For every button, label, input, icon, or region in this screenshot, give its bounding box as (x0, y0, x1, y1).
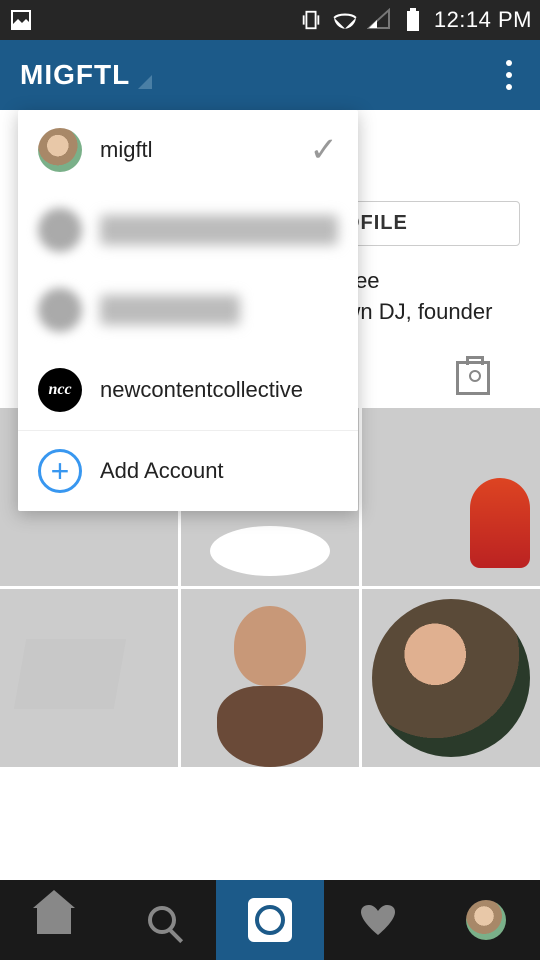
grid-photo[interactable] (0, 589, 178, 767)
home-icon (37, 906, 71, 934)
search-icon (148, 906, 176, 934)
account-name: newcontentcollective (100, 377, 303, 403)
account-option-ncc[interactable]: ncc newcontentcollective (18, 350, 358, 430)
android-status-bar: 12:14 PM (0, 0, 540, 40)
grid-photo[interactable] (362, 589, 540, 767)
nav-search[interactable] (108, 880, 216, 960)
add-account-button[interactable]: + Add Account (18, 431, 358, 511)
nav-profile[interactable] (432, 880, 540, 960)
nav-camera[interactable] (216, 880, 324, 960)
tab-tagged[interactable] (405, 348, 540, 408)
grid-photo[interactable] (181, 589, 359, 767)
tag-person-icon (456, 361, 490, 395)
account-name: migftl (100, 137, 153, 163)
header-username: MIGFTL (20, 59, 130, 91)
signal-icon (366, 7, 392, 33)
grid-photo[interactable] (362, 408, 540, 586)
overflow-menu-button[interactable] (498, 52, 520, 98)
image-icon (8, 7, 34, 33)
dropdown-indicator-icon (138, 75, 152, 89)
account-avatar (38, 128, 82, 172)
check-icon: ✓ (310, 130, 339, 170)
account-option-migftl[interactable]: migftl ✓ (18, 110, 358, 190)
battery-icon (400, 7, 426, 33)
account-switcher-dropdown: migftl ✓ ncc newcontentcollective + Add … (18, 110, 358, 511)
account-option-redacted[interactable] (18, 190, 358, 270)
add-account-label: Add Account (100, 458, 224, 484)
account-name-redacted (100, 215, 338, 245)
app-header: MIGFTL (0, 40, 540, 110)
status-clock: 12:14 PM (434, 7, 532, 33)
heart-icon (361, 905, 395, 935)
account-name-redacted (100, 295, 240, 325)
account-switcher-trigger[interactable]: MIGFTL (20, 59, 152, 91)
bottom-nav (0, 880, 540, 960)
account-avatar (38, 208, 82, 252)
nav-home[interactable] (0, 880, 108, 960)
account-avatar (38, 288, 82, 332)
profile-avatar-icon (466, 900, 506, 940)
account-avatar: ncc (38, 368, 82, 412)
account-option-redacted[interactable] (18, 270, 358, 350)
camera-icon (248, 898, 292, 942)
nav-activity[interactable] (324, 880, 432, 960)
wifi-icon (332, 7, 358, 33)
vibrate-icon (298, 7, 324, 33)
plus-icon: + (38, 449, 82, 493)
